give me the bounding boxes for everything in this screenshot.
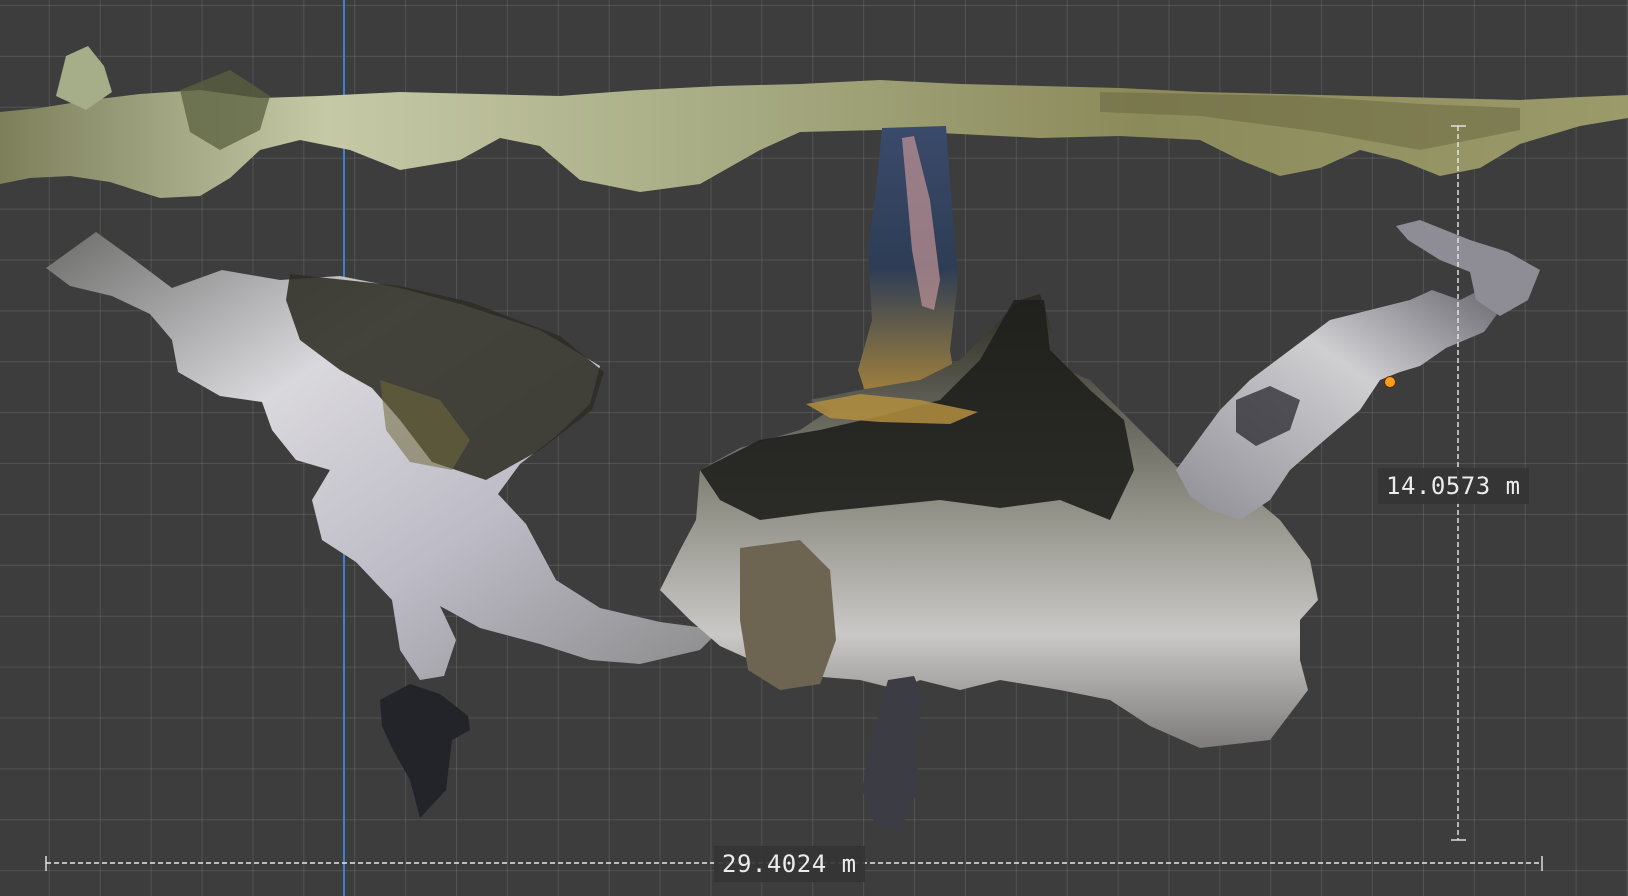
cave-mesh-model[interactable] — [0, 0, 1628, 896]
selected-vertex-marker[interactable] — [1384, 376, 1396, 388]
height-measurement-label: 14.0573 m — [1378, 468, 1529, 504]
central-pendant-rock — [862, 676, 924, 830]
central-pillar — [740, 540, 836, 690]
3d-viewport[interactable]: 29.4024 m 14.0573 m — [0, 0, 1628, 896]
width-measurement-label: 29.4024 m — [714, 846, 865, 882]
left-pendant-rock — [380, 684, 470, 818]
